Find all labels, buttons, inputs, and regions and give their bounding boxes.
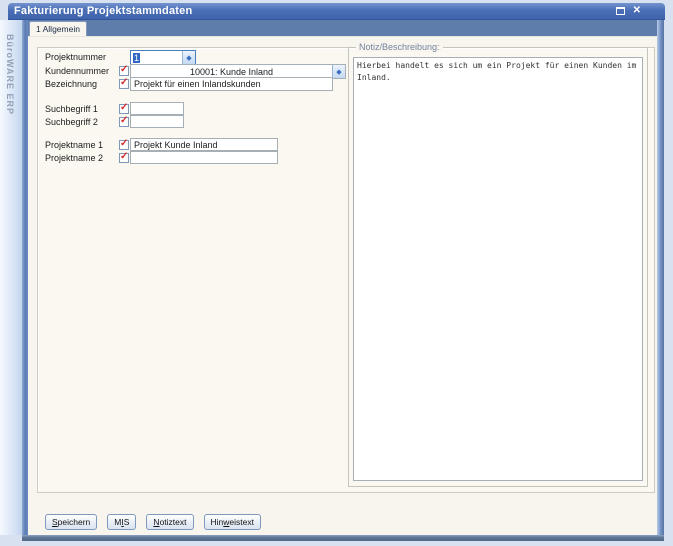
window-frame: BüroWARE ERP 1 Allgemein Projektnummer 1… — [0, 20, 664, 535]
suchbegriff-2-checkbox[interactable]: ✓ — [119, 117, 129, 127]
window-bottom-border — [22, 535, 664, 541]
hinweistext-button[interactable]: Hinweistext — [204, 514, 261, 530]
bezeichnung-value: Projekt für einen Inlandskunden — [134, 79, 261, 89]
content-area: 1 Allgemein Projektnummer 1 ◆ Kundennumm… — [28, 20, 657, 535]
label-projektnummer: Projektnummer — [45, 52, 106, 62]
label-suchbegriff-1: Suchbegriff 1 — [45, 104, 98, 114]
check-icon: ✓ — [120, 138, 128, 149]
label-bezeichnung: Bezeichnung — [45, 79, 97, 89]
kundennummer-checkbox[interactable]: ✓ — [119, 66, 129, 76]
suchbegriff-1-input[interactable] — [130, 102, 184, 115]
suchbegriff-1-checkbox[interactable]: ✓ — [119, 104, 129, 114]
restore-window-button[interactable] — [615, 6, 626, 16]
projektnummer-input[interactable]: 1 ◆ — [130, 50, 196, 65]
projektnummer-spinner-button[interactable]: ◆ — [182, 51, 195, 64]
notes-legend: Notiz/Beschreibung: — [356, 42, 443, 52]
label-kundennummer: Kundennummer — [45, 66, 109, 76]
bezeichnung-input[interactable]: Projekt für einen Inlandskunden — [130, 77, 333, 91]
notiztext-button[interactable]: Notiztext — [146, 514, 193, 530]
kundennummer-value: 10001: Kunde Inland — [190, 67, 273, 77]
check-icon: ✓ — [120, 64, 128, 75]
window-title: Fakturierung Projektstammdaten — [14, 5, 615, 17]
check-icon: ✓ — [120, 102, 128, 113]
spinner-icon: ◆ — [186, 54, 191, 62]
tab-allgemein[interactable]: 1 Allgemein — [29, 21, 87, 36]
projektname-1-checkbox[interactable]: ✓ — [119, 140, 129, 150]
button-row: Speichern MIS Notiztext Hinweistext — [45, 514, 261, 530]
check-icon: ✓ — [120, 151, 128, 162]
bezeichnung-checkbox[interactable]: ✓ — [119, 79, 129, 89]
mis-button[interactable]: MIS — [107, 514, 136, 530]
kundennummer-spinner-button[interactable]: ◆ — [332, 65, 345, 78]
projektname-1-input[interactable]: Projekt Kunde Inland — [130, 138, 278, 151]
notes-fieldset: Notiz/Beschreibung: Hierbei handelt es s… — [348, 47, 648, 487]
projektname-2-input[interactable] — [130, 151, 278, 164]
close-window-button[interactable]: ✕ — [633, 6, 641, 16]
spinner-icon: ◆ — [336, 68, 341, 76]
window-right-border — [657, 20, 664, 535]
check-icon: ✓ — [120, 77, 128, 88]
label-projektname-2: Projektname 2 — [45, 153, 103, 163]
tab-strip: 1 Allgemein — [28, 20, 657, 37]
title-bar: Fakturierung Projektstammdaten ✕ — [8, 3, 665, 20]
notes-textarea[interactable]: Hierbei handelt es sich um ein Projekt f… — [353, 57, 643, 481]
app-window: Fakturierung Projektstammdaten ✕ BüroWAR… — [0, 3, 665, 541]
speichern-button[interactable]: Speichern — [45, 514, 97, 530]
projektname-2-checkbox[interactable]: ✓ — [119, 153, 129, 163]
projektname-1-value: Projekt Kunde Inland — [134, 140, 218, 150]
window-controls: ✕ — [615, 6, 659, 16]
label-suchbegriff-2: Suchbegriff 2 — [45, 117, 98, 127]
brand-text: BüroWARE ERP — [5, 34, 15, 115]
label-projektname-1: Projektname 1 — [45, 140, 103, 150]
check-icon: ✓ — [120, 115, 128, 126]
close-icon: ✕ — [633, 5, 641, 16]
projektnummer-value: 1 — [133, 53, 140, 63]
brand-sidebar: BüroWARE ERP — [0, 20, 22, 535]
suchbegriff-2-input[interactable] — [130, 115, 184, 128]
form-pane: Projektnummer 1 ◆ Kundennummer ✓ 10001: … — [28, 37, 657, 535]
restore-icon — [616, 7, 625, 15]
